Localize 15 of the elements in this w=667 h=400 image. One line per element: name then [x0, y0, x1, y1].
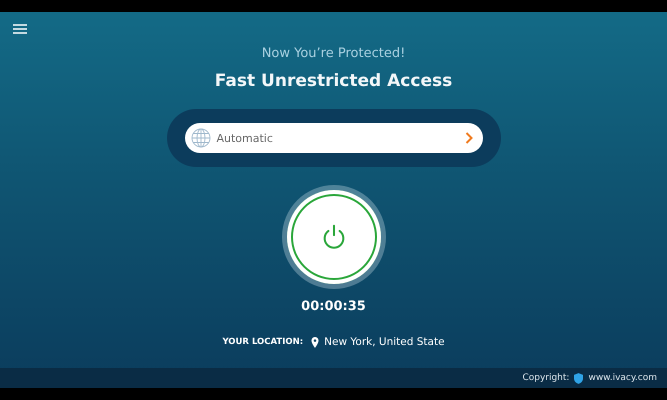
menu-icon[interactable] — [13, 24, 27, 34]
pin-icon — [311, 336, 320, 348]
website-link[interactable]: www.ivacy.com — [588, 373, 657, 383]
copyright-label: Copyright: — [522, 373, 570, 383]
location-value: New York, United State — [324, 336, 445, 348]
power-button[interactable] — [286, 190, 380, 284]
shield-icon — [574, 372, 584, 384]
server-selector[interactable]: Automatic — [184, 123, 482, 153]
chevron-icon — [464, 132, 472, 144]
headline: Fast Unrestricted Access — [214, 71, 452, 91]
location-label: YOUR LOCATION: — [222, 337, 304, 347]
timer: 00:00:35 — [301, 299, 366, 314]
globe-icon — [190, 128, 210, 148]
status-text: Now You’re Protected! — [262, 46, 406, 61]
server-value: Automatic — [216, 132, 274, 144]
